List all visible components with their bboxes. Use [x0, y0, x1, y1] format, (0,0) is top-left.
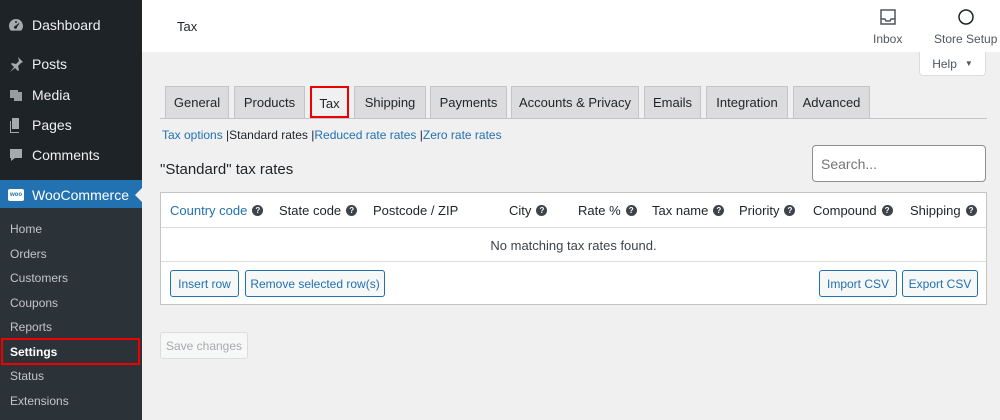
link-zero-rates[interactable]: Zero rate rates [423, 128, 502, 142]
menu-dashboard[interactable]: Dashboard [0, 10, 142, 40]
pages-icon [8, 117, 24, 133]
submenu-customers[interactable]: Customers [10, 269, 68, 287]
save-changes-button[interactable]: Save changes [160, 332, 248, 359]
dashboard-icon [8, 17, 24, 33]
settings-highlight [1, 338, 140, 365]
menu-label: Dashboard [32, 17, 101, 33]
inbox-label: Inbox [873, 32, 903, 46]
link-tax-options[interactable]: Tax options [162, 128, 223, 142]
col-priority: Priority? [739, 203, 796, 218]
remove-rows-button[interactable]: Remove selected row(s) [245, 270, 385, 297]
tab-emails[interactable]: Emails [644, 86, 701, 118]
pin-icon [8, 56, 24, 72]
menu-label: Posts [32, 56, 68, 72]
tab-products[interactable]: Products [234, 86, 305, 118]
submenu-extensions[interactable]: Extensions [10, 392, 69, 410]
link-reduced-rates[interactable]: Reduced rate rates [314, 128, 416, 142]
col-shipping: Shipping? [910, 203, 977, 218]
tab-integration[interactable]: Integration [706, 86, 788, 118]
col-state-code: State code? [279, 203, 358, 218]
menu-posts[interactable]: Posts [0, 49, 142, 79]
help-icon[interactable]: ? [252, 205, 264, 216]
export-csv-button[interactable]: Export CSV [902, 270, 978, 297]
col-postcode: Postcode / ZIP [373, 203, 459, 218]
tab-advanced[interactable]: Advanced [793, 86, 870, 118]
submenu-coupons[interactable]: Coupons [10, 294, 58, 312]
active-indicator [135, 188, 142, 202]
help-icon[interactable]: ? [881, 205, 893, 216]
menu-label: WooCommerce [32, 187, 129, 203]
tax-tab-highlight [310, 86, 349, 118]
top-bar: Tax Inbox Store Setup [142, 0, 1000, 52]
comments-icon [8, 147, 24, 163]
menu-woocommerce[interactable]: woo WooCommerce [0, 180, 142, 210]
help-icon[interactable]: ? [346, 205, 358, 216]
menu-label: Comments [32, 147, 100, 163]
help-icon[interactable]: ? [625, 205, 637, 216]
submenu-reports[interactable]: Reports [10, 318, 52, 336]
media-icon [8, 87, 24, 103]
woocommerce-submenu: Home Orders Customers Coupons Reports Se… [0, 208, 142, 420]
caret-down-icon: ▼ [964, 59, 973, 68]
page-title: Tax [177, 19, 198, 34]
submenu-status[interactable]: Status [10, 367, 44, 385]
menu-pages[interactable]: Pages [0, 110, 142, 140]
help-icon[interactable]: ? [784, 205, 796, 216]
submenu-orders[interactable]: Orders [10, 245, 47, 263]
empty-message: No matching tax rates found. [161, 229, 986, 262]
store-setup-button[interactable]: Store Setup [934, 8, 997, 46]
tax-section-links: Tax options |Standard rates |Reduced rat… [162, 128, 502, 142]
tab-payments[interactable]: Payments [430, 86, 507, 118]
section-title: "Standard" tax rates [160, 161, 294, 178]
col-rate: Rate %? [578, 203, 637, 218]
col-city: City? [509, 203, 548, 218]
help-tab[interactable]: Help ▼ [919, 52, 986, 76]
table-header: Country code? State code? Postcode / ZIP… [161, 193, 986, 228]
menu-label: Media [32, 87, 71, 103]
submenu-home[interactable]: Home [10, 220, 42, 238]
tabs-baseline [160, 118, 987, 119]
inbox-icon [879, 9, 896, 25]
col-tax-name: Tax name? [652, 203, 725, 218]
tab-accounts-privacy[interactable]: Accounts & Privacy [511, 86, 639, 118]
insert-row-button[interactable]: Insert row [170, 270, 239, 297]
menu-label: Pages [32, 117, 72, 133]
help-label: Help [932, 56, 957, 71]
link-standard-rates: Standard rates [229, 128, 308, 142]
help-icon[interactable]: ? [713, 205, 725, 216]
inbox-button[interactable]: Inbox [873, 8, 902, 46]
tax-rates-table: Country code? State code? Postcode / ZIP… [160, 192, 987, 305]
progress-circle-icon [957, 9, 974, 25]
menu-media[interactable]: Media [0, 80, 142, 110]
tab-general[interactable]: General [165, 86, 229, 118]
menu-comments[interactable]: Comments [0, 140, 142, 170]
search-input[interactable] [812, 145, 986, 182]
admin-sidebar: Dashboard Posts Media Pages Comments woo… [0, 0, 142, 420]
tab-shipping[interactable]: Shipping [354, 86, 426, 118]
store-setup-label: Store Setup [934, 32, 998, 46]
col-country-code[interactable]: Country code? [170, 203, 264, 218]
woo-icon: woo [8, 187, 24, 203]
help-icon[interactable]: ? [965, 205, 977, 216]
import-csv-button[interactable]: Import CSV [819, 270, 897, 297]
col-compound: Compound? [813, 203, 893, 218]
help-icon[interactable]: ? [536, 205, 548, 216]
